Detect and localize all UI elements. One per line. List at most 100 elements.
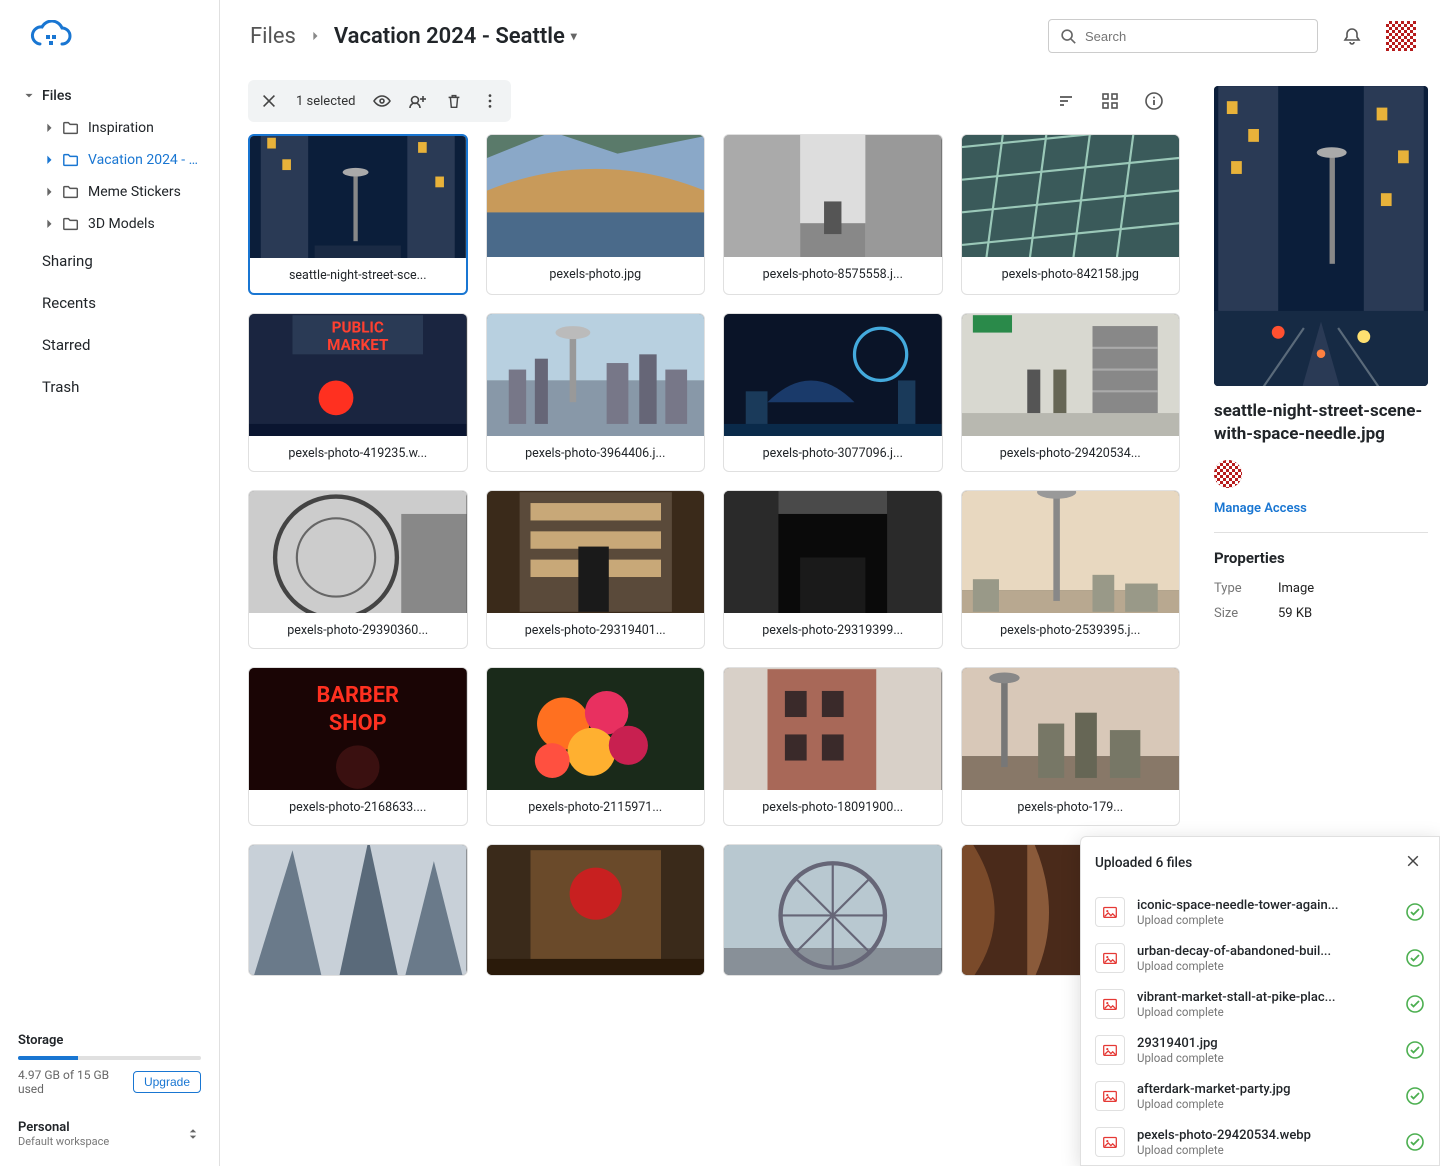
thumbnail-image	[962, 491, 1180, 613]
file-name-label: pexels-photo-8575558.j...	[724, 257, 942, 292]
files-tree-root[interactable]: Files	[0, 80, 219, 112]
file-name-label: pexels-photo-2168633....	[249, 790, 467, 825]
breadcrumb-root[interactable]: Files	[250, 24, 296, 49]
sidebar-nav-link[interactable]: Recents	[0, 282, 219, 324]
app-logo[interactable]	[0, 0, 219, 72]
close-icon	[1405, 853, 1421, 869]
file-name-label: pexels-photo-842158.jpg	[962, 257, 1180, 292]
file-tile[interactable]: pexels-photo-2539395.j...	[961, 490, 1181, 649]
upload-item: urban-decay-of-abandoned-buil... Upload …	[1091, 935, 1429, 981]
upload-toast-title: Uploaded 6 files	[1095, 855, 1192, 871]
thumbnail-image	[249, 845, 467, 975]
breadcrumb-current[interactable]: Vacation 2024 - Seattle ▾	[334, 24, 577, 49]
upgrade-button[interactable]: Upgrade	[133, 1071, 201, 1093]
file-tile[interactable]: pexels-photo-29420534...	[961, 313, 1181, 472]
grid-scroll[interactable]: seattle-night-street-sce... pexels-photo…	[220, 130, 1200, 1166]
file-tile[interactable]: pexels-photo-419235.w...	[248, 313, 468, 472]
upload-list[interactable]: iconic-space-needle-tower-again... Uploa…	[1081, 889, 1439, 1165]
check-circle-icon	[1405, 1132, 1425, 1152]
storage-title: Storage	[18, 1033, 201, 1048]
upload-toast-close[interactable]	[1401, 849, 1425, 877]
sidebar-folder-item[interactable]: 3D Models	[0, 208, 219, 240]
view-grid-button[interactable]	[1092, 83, 1128, 119]
file-tile[interactable]: pexels-photo-3077096.j...	[723, 313, 943, 472]
file-tile[interactable]: pexels-photo-179...	[961, 667, 1181, 826]
storage-usage-text: 4.97 GB of 15 GB used	[18, 1068, 133, 1096]
sidebar-nav: Files Inspiration Vacation 2024 - S... M…	[0, 72, 219, 1021]
person-add-icon	[408, 91, 428, 111]
search-box[interactable]	[1048, 19, 1318, 53]
sidebar-folder-item[interactable]: Vacation 2024 - S...	[0, 144, 219, 176]
details-filename: seattle-night-street-scene-with-space-ne…	[1214, 400, 1428, 446]
trash-icon	[445, 92, 463, 110]
file-tile[interactable]: pexels-photo-29319401...	[486, 490, 706, 649]
breadcrumb: Files Vacation 2024 - Seattle ▾	[250, 24, 1032, 49]
properties-heading: Properties	[1214, 549, 1428, 567]
file-tile[interactable]: pexels-photo-18091900...	[723, 667, 943, 826]
thumbnail-image	[249, 491, 467, 613]
sidebar-nav-link[interactable]: Trash	[0, 366, 219, 408]
file-tile[interactable]: pexels-photo.jpg	[486, 134, 706, 295]
selection-count: 1 selected	[288, 94, 363, 109]
file-tile[interactable]: pexels-photo-29319399...	[723, 490, 943, 649]
sidebar-folder-item[interactable]: Meme Stickers	[0, 176, 219, 208]
check-circle-icon	[1405, 902, 1425, 922]
thumbnail-image	[724, 491, 942, 613]
thumbnail-image	[962, 668, 1180, 790]
thumbnail-image	[724, 845, 942, 975]
search-icon	[1059, 27, 1077, 45]
check-circle-icon	[1405, 948, 1425, 968]
delete-button[interactable]	[437, 84, 471, 118]
upload-item-name: vibrant-market-stall-at-pike-plac...	[1137, 990, 1393, 1005]
file-tile[interactable]	[486, 844, 706, 976]
sort-icon	[1056, 91, 1076, 111]
grid-icon	[1100, 91, 1120, 111]
file-tile[interactable]: pexels-photo-8575558.j...	[723, 134, 943, 295]
upload-item-status: Upload complete	[1137, 1143, 1393, 1157]
manage-access-link[interactable]: Manage Access	[1214, 501, 1307, 516]
user-avatar[interactable]	[1386, 21, 1416, 51]
file-grid: seattle-night-street-sce... pexels-photo…	[248, 134, 1180, 976]
share-button[interactable]	[401, 84, 435, 118]
file-name-label: pexels-photo-29390360...	[249, 613, 467, 648]
file-tile[interactable]: seattle-night-street-sce...	[248, 134, 468, 295]
image-file-icon	[1095, 897, 1125, 927]
upload-item-status: Upload complete	[1137, 913, 1393, 927]
upload-item-name: urban-decay-of-abandoned-buil...	[1137, 944, 1393, 959]
sidebar-folder-item[interactable]: Inspiration	[0, 112, 219, 144]
upload-item: pexels-photo-29420534.webp Upload comple…	[1091, 1119, 1429, 1165]
selection-toolbar: 1 selected	[220, 72, 1200, 130]
workspace-switcher[interactable]: Personal Default workspace	[0, 1108, 219, 1166]
property-row-size: Size 59 KB	[1214, 606, 1428, 621]
file-tile[interactable]	[723, 844, 943, 976]
upload-item-name: afterdark-market-party.jpg	[1137, 1082, 1393, 1097]
details-toggle-button[interactable]	[1136, 83, 1172, 119]
upload-item: 29319401.jpg Upload complete	[1091, 1027, 1429, 1073]
owner-avatar[interactable]	[1214, 460, 1242, 488]
preview-button[interactable]	[365, 84, 399, 118]
file-tile[interactable]	[248, 844, 468, 976]
thumbnail-image	[487, 491, 705, 613]
more-actions-button[interactable]	[473, 84, 507, 118]
file-tile[interactable]: pexels-photo-842158.jpg	[961, 134, 1181, 295]
search-input[interactable]	[1085, 29, 1307, 44]
file-tile[interactable]: pexels-photo-3964406.j...	[486, 313, 706, 472]
sort-button[interactable]	[1048, 83, 1084, 119]
upload-item-status: Upload complete	[1137, 1005, 1393, 1019]
caret-down-icon: ▾	[571, 29, 577, 43]
file-tile[interactable]: pexels-photo-29390360...	[248, 490, 468, 649]
file-tile[interactable]: pexels-photo-2115971...	[486, 667, 706, 826]
file-name-label: pexels-photo-3964406.j...	[487, 436, 705, 471]
file-tile[interactable]: pexels-photo-2168633....	[248, 667, 468, 826]
thumbnail-image	[487, 314, 705, 436]
sidebar-nav-link[interactable]: Sharing	[0, 240, 219, 282]
preview-image	[1214, 86, 1428, 386]
bell-icon	[1342, 26, 1362, 46]
notifications-button[interactable]	[1334, 18, 1370, 54]
upload-item: afterdark-market-party.jpg Upload comple…	[1091, 1073, 1429, 1119]
clear-selection-button[interactable]	[252, 84, 286, 118]
image-file-icon	[1095, 1081, 1125, 1111]
folder-icon	[62, 215, 80, 233]
thumbnail-image	[724, 668, 942, 790]
sidebar-nav-link[interactable]: Starred	[0, 324, 219, 366]
